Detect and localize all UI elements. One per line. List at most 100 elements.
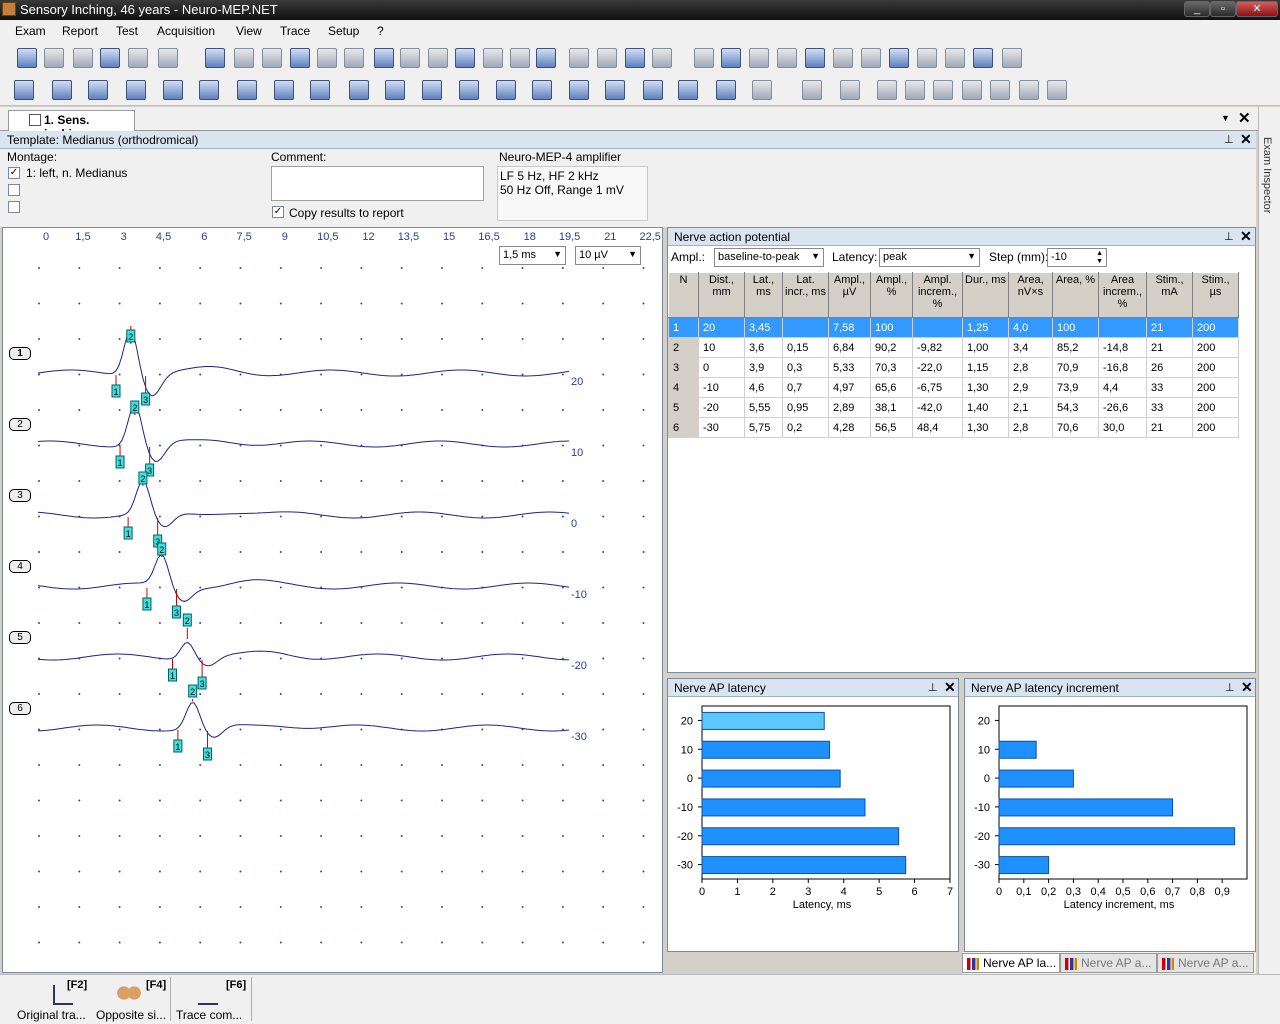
- toolbar2-tool-icon[interactable]: [385, 80, 405, 100]
- table-row[interactable]: 2 10 3,6 0,15 6,84 90,2 -9,82 1,00 3,4 85,2 -14,8 2…: [668, 337, 1239, 358]
- toolbar2-tool-icon[interactable]: [569, 80, 589, 100]
- latency-marker[interactable]: 1: [142, 597, 152, 611]
- table-cell[interactable]: 20: [698, 317, 745, 338]
- bar[interactable]: [998, 798, 1174, 817]
- toolbar1-tool-icon[interactable]: [17, 48, 37, 68]
- toolbar2-tool-icon[interactable]: [52, 80, 72, 100]
- traces-canvas[interactable]: 12320123101230123-10123-20123-30: [3, 228, 662, 972]
- toolbar1-tool-icon[interactable]: [652, 48, 672, 68]
- toolbar1-tool-icon[interactable]: [833, 48, 853, 68]
- toolbar1-tool-icon[interactable]: [128, 48, 148, 68]
- bar[interactable]: [998, 740, 1037, 759]
- table-header-cell[interactable]: Lat., ms: [744, 272, 783, 318]
- toolbar1-tool-icon[interactable]: [694, 48, 714, 68]
- exam-inspector-strip[interactable]: Exam Inspector: [1258, 107, 1280, 977]
- original-trace-button[interactable]: [F2] Original tra...: [17, 979, 97, 1023]
- trace-waveform[interactable]: [37, 403, 570, 462]
- trace-waveform[interactable]: [37, 479, 570, 528]
- toolbar2-tool-icon[interactable]: [1019, 80, 1039, 100]
- toolbar2-tool-icon[interactable]: [422, 80, 442, 100]
- table-header-cell[interactable]: Dist., mm: [698, 272, 745, 318]
- toolbar1-tool-icon[interactable]: [861, 48, 881, 68]
- toolbar1-tool-icon[interactable]: [945, 48, 965, 68]
- bar[interactable]: [701, 827, 900, 846]
- toolbar1-tool-icon[interactable]: [400, 48, 420, 68]
- toolbar1-tool-icon[interactable]: [100, 48, 120, 68]
- toolbar1-tool-icon[interactable]: [234, 48, 254, 68]
- bar[interactable]: [701, 711, 825, 730]
- table-cell[interactable]: 0: [698, 357, 745, 378]
- toolbar1-tool-icon[interactable]: [205, 48, 225, 68]
- table-header-cell[interactable]: Lat. incr., ms: [782, 272, 829, 318]
- table-row[interactable]: 6 -30 5,75 0,2 4,28 56,5 48,4 1,30 2,8 70,6 30,0 21…: [668, 417, 1239, 438]
- trace-number-label[interactable]: 3: [9, 489, 31, 502]
- trace-number-label[interactable]: 1: [9, 347, 31, 360]
- toolbar1-tool-icon[interactable]: [749, 48, 769, 68]
- montage-checkbox-1[interactable]: ✓: [8, 167, 20, 179]
- latency-marker[interactable]: 2: [188, 684, 198, 698]
- toolbar2-tool-icon[interactable]: [532, 80, 552, 100]
- menu-view[interactable]: View: [236, 24, 262, 38]
- close-window-button[interactable]: ✕: [1236, 1, 1278, 17]
- bar[interactable]: [998, 827, 1236, 846]
- montage-checkbox-2[interactable]: [8, 184, 20, 196]
- tab-nerve-ap-amplitude[interactable]: Nerve AP a...: [1060, 953, 1157, 973]
- latency-marker[interactable]: 2: [182, 613, 192, 627]
- table-row[interactable]: 4 -10 4,6 0,7 4,97 65,6 -6,75 1,30 2,9 73,9 4,4 33 2…: [668, 377, 1239, 398]
- toolbar2-tool-icon[interactable]: [962, 80, 982, 100]
- table-cell[interactable]: -30: [698, 417, 745, 438]
- toolbar1-tool-icon[interactable]: [973, 48, 993, 68]
- toolbar2-tool-icon[interactable]: [905, 80, 925, 100]
- toolbar2-tool-icon[interactable]: [237, 80, 257, 100]
- montage-checkbox-3[interactable]: [8, 201, 20, 213]
- toolbar2-tool-icon[interactable]: [496, 80, 516, 100]
- toolbar2-tool-icon[interactable]: [716, 80, 736, 100]
- bar[interactable]: [701, 769, 841, 788]
- toolbar1-tool-icon[interactable]: [777, 48, 797, 68]
- latency-marker[interactable]: 2: [157, 542, 167, 556]
- trace-number-label[interactable]: 4: [9, 560, 31, 573]
- trace-number-label[interactable]: 5: [9, 631, 31, 644]
- latency-marker[interactable]: 2: [126, 329, 136, 343]
- toolbar2-tool-icon[interactable]: [14, 80, 34, 100]
- latency-select[interactable]: peak ▼: [879, 248, 980, 267]
- close-icon[interactable]: ✕: [944, 679, 956, 696]
- menu-setup[interactable]: Setup: [328, 24, 359, 38]
- table-header-cell[interactable]: Area increm., %: [1098, 272, 1147, 318]
- toolbar2-tool-icon[interactable]: [274, 80, 294, 100]
- bar[interactable]: [701, 740, 831, 759]
- toolbar2-tool-icon[interactable]: [349, 80, 369, 100]
- toolbar1-tool-icon[interactable]: [536, 48, 556, 68]
- toolbar2-tool-icon[interactable]: [88, 80, 108, 100]
- toolbar1-tool-icon[interactable]: [262, 48, 282, 68]
- toolbar1-tool-icon[interactable]: [1002, 48, 1022, 68]
- toolbar2-tool-icon[interactable]: [802, 80, 822, 100]
- toolbar1-tool-icon[interactable]: [805, 48, 825, 68]
- toolbar2-tool-icon[interactable]: [678, 80, 698, 100]
- copy-results-checkbox[interactable]: ✓: [272, 206, 284, 218]
- close-icon[interactable]: ✕: [1241, 679, 1253, 696]
- toolbar2-tool-icon[interactable]: [1047, 80, 1067, 100]
- table-header-cell[interactable]: Ampl. increm., %: [912, 272, 963, 318]
- toolbar1-tool-icon[interactable]: [625, 48, 645, 68]
- toolbar1-tool-icon[interactable]: [917, 48, 937, 68]
- toolbar1-tool-icon[interactable]: [374, 48, 394, 68]
- tab-list-chevron-icon[interactable]: ▼: [1221, 113, 1230, 123]
- pin-icon[interactable]: ⊥: [1224, 230, 1234, 243]
- trace-compare-button[interactable]: [F6] Trace com...: [176, 979, 256, 1023]
- latency-marker[interactable]: 3: [202, 747, 212, 761]
- opposite-side-button[interactable]: [F4] Opposite si...: [96, 979, 176, 1023]
- bar[interactable]: [701, 798, 866, 817]
- toolbar1-tool-icon[interactable]: [455, 48, 475, 68]
- bar[interactable]: [998, 769, 1074, 788]
- toolbar2-tool-icon[interactable]: [752, 80, 772, 100]
- toolbar2-tool-icon[interactable]: [459, 80, 479, 100]
- bar[interactable]: [701, 856, 907, 875]
- toolbar1-tool-icon[interactable]: [344, 48, 364, 68]
- toolbar1-tool-icon[interactable]: [597, 48, 617, 68]
- latency-marker[interactable]: 1: [115, 455, 125, 469]
- table-header-cell[interactable]: Ampl., %: [870, 272, 913, 318]
- toolbar1-tool-icon[interactable]: [889, 48, 909, 68]
- table-row[interactable]: 1 20 3,45 7,58 100 1,25 4,0 100 21 200: [668, 317, 1239, 338]
- latency-marker[interactable]: 1: [168, 668, 177, 682]
